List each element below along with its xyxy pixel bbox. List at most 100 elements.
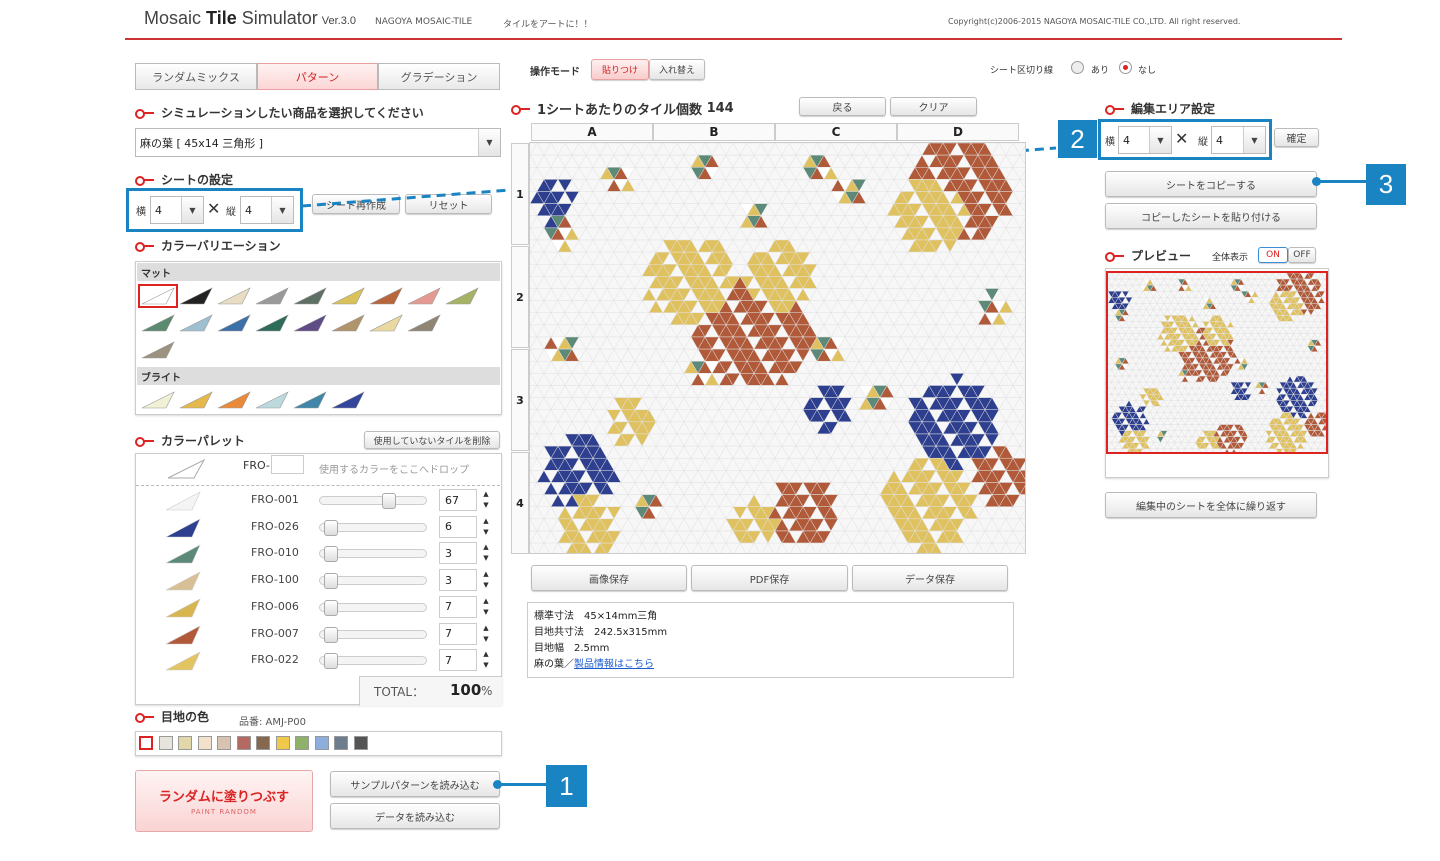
stepper-icon[interactable]: ▲ ▼ [479,623,493,645]
stepper-icon[interactable]: ▲ ▼ [479,489,493,511]
total-box: TOTAL： 100 % [359,676,502,706]
drop-tile-icon [166,458,206,483]
swatch-matte-16[interactable] [406,313,442,333]
joint-color-swatch[interactable] [139,736,153,750]
joint-color-swatch[interactable] [256,736,270,750]
preview-off-button[interactable]: OFF [1288,247,1316,263]
swatch-matte-2[interactable] [216,286,252,306]
info-size: 標準寸法 45×14mm三角 [534,611,658,622]
mode-paste-button[interactable]: 貼りつけ [591,59,649,80]
confirm-button[interactable]: 確定 [1274,128,1319,147]
swatch-matte-11[interactable] [216,313,252,333]
palette-slider-thumb[interactable] [323,519,338,536]
palette-slider-thumb[interactable] [323,599,338,616]
product-info-link[interactable]: 製品情報はこちら [574,659,654,670]
joint-color-swatch[interactable] [197,736,212,750]
swatch-matte-12[interactable] [254,313,290,333]
mode-swap-button[interactable]: 入れ替え [649,59,705,80]
stepper-icon[interactable]: ▲ ▼ [479,649,493,671]
swatch-bright-0[interactable] [140,390,176,410]
palette-code: FRO-100 [251,573,299,587]
joint-color-swatch[interactable] [236,736,251,750]
palette-code: FRO-007 [251,626,299,640]
total-unit: % [481,684,493,698]
load-sample-button[interactable]: サンプルパターンを読み込む [330,771,500,797]
swatch-bright-3[interactable] [254,390,290,410]
swatch-bright-4[interactable] [292,390,328,410]
save-data-button[interactable]: データ保存 [852,565,1008,591]
palette-code: FRO-001 [251,493,299,506]
palette-slider-thumb[interactable] [323,626,338,643]
tagline: タイルをアートに！！ [503,20,593,30]
palette-slider-track[interactable] [319,496,427,505]
joint-color-swatch[interactable] [314,736,329,750]
palette-value-input[interactable]: 3 [439,542,477,565]
palette-value-input[interactable]: 7 [439,595,477,618]
swatch-matte-14[interactable] [330,313,366,333]
palette-slider-thumb[interactable] [382,493,396,509]
palette-value-input[interactable]: 7 [439,649,477,672]
palette-title: カラーパレット [161,434,245,448]
swatch-bright-1[interactable] [178,390,214,410]
sheet-line-off-radio[interactable] [1119,61,1132,74]
swatch-matte-0[interactable] [138,284,178,308]
drop-code-input[interactable] [271,455,304,474]
undo-button[interactable]: 戻る [799,97,886,116]
callout-3-line [1314,180,1368,183]
paint-random-button[interactable]: ランダムに塗りつぶす PAINT RANDOM [135,770,313,832]
simulator-page: Mosaic Tile Simulator Ver.3.0 NAGOYA MOSA… [0,0,1440,861]
joint-color-swatch[interactable] [275,736,290,750]
swatch-matte-15[interactable] [368,313,404,333]
stepper-icon[interactable]: ▲ ▼ [479,542,493,564]
load-data-button[interactable]: データを読み込む [330,803,500,829]
swatch-matte-10[interactable] [178,313,214,333]
sheet-title: シートの設定 [161,173,234,187]
save-pdf-button[interactable]: PDF保存 [691,565,848,591]
joint-color-swatch[interactable] [295,736,309,750]
swatch-matte-5[interactable] [330,286,366,306]
stepper-icon[interactable]: ▲ ▼ [479,516,493,538]
palette-value-input[interactable]: 6 [439,515,477,538]
edit-rows-select[interactable]: 4 ▼ [1211,126,1266,154]
repeat-sheet-button[interactable]: 編集中のシートを全体に繰り返す [1105,492,1317,518]
tab-gradation[interactable]: グラデーション [378,63,500,90]
swatch-matte-3[interactable] [254,286,290,306]
swatch-bright-2[interactable] [216,390,252,410]
palette-slider-thumb[interactable] [323,546,338,563]
swatch-matte-4[interactable] [292,286,328,306]
joint-color-swatch[interactable] [334,736,348,750]
sheet-line-on-radio[interactable] [1071,61,1084,74]
preview-on-button[interactable]: ON [1258,247,1288,263]
stepper-icon[interactable]: ▲ ▼ [479,569,493,591]
palette-value-input[interactable]: 7 [439,622,477,645]
clear-button[interactable]: クリア [890,97,977,116]
swatch-matte-9[interactable] [140,313,176,333]
swatch-bright-5[interactable] [330,390,366,410]
palette-value-input[interactable]: 67 [439,489,477,511]
joint-color-swatch[interactable] [217,736,231,750]
delete-unused-button[interactable]: 使用していないタイルを削除 [364,431,500,449]
swatch-matte-extra-99[interactable] [140,340,176,360]
key-icon [135,175,155,186]
palette-slider-thumb[interactable] [323,573,338,590]
swatch-matte-13[interactable] [292,313,328,333]
swatch-matte-1[interactable] [178,286,214,306]
joint-color-swatch[interactable] [353,736,368,750]
palette-slider-thumb[interactable] [323,653,338,670]
joint-color-swatch[interactable] [178,736,192,750]
tab-pattern[interactable]: パターン [257,63,378,90]
edit-yoko-label: 横 [1105,137,1115,148]
palette-value-input[interactable]: 3 [439,569,477,592]
copy-sheet-button[interactable]: シートをコピーする [1105,171,1317,197]
swatch-matte-6[interactable] [368,286,404,306]
joint-color-swatch[interactable] [158,736,173,750]
product-info-box: 標準寸法 45×14mm三角 目地共寸法 242.5x315mm 目地幅 2.5… [527,602,1014,678]
swatch-matte-8[interactable] [444,286,480,306]
save-image-button[interactable]: 画像保存 [531,565,687,591]
paste-sheet-button[interactable]: コピーしたシートを貼り付ける [1105,203,1317,229]
tile-canvas[interactable] [529,142,1026,554]
tab-random-mix[interactable]: ランダムミックス [135,63,257,90]
stepper-icon[interactable]: ▲ ▼ [479,596,493,618]
edit-columns-select[interactable]: 4 ▼ [1118,126,1172,154]
swatch-matte-7[interactable] [406,286,442,306]
